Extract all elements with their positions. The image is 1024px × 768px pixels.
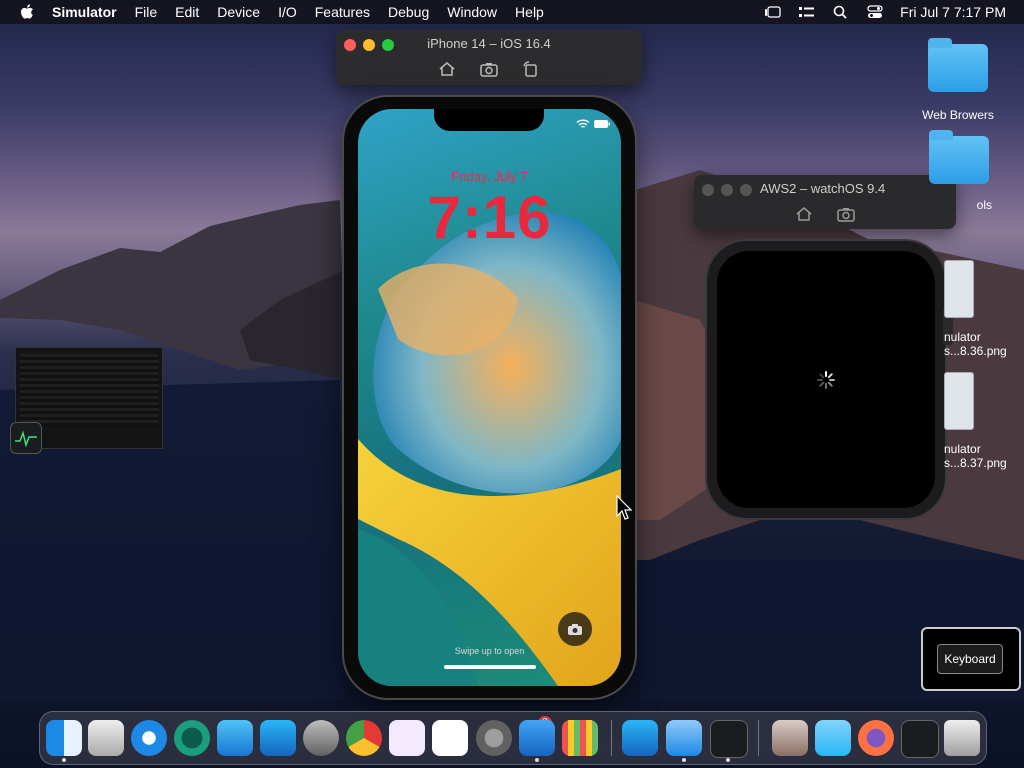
home-indicator[interactable] [444,665,536,669]
screenshot-icon[interactable] [479,60,499,78]
spotlight-search-icon[interactable] [832,5,850,19]
screenshot-icon[interactable] [836,205,856,223]
visual-studio-icon[interactable] [389,720,425,756]
iphone-device: Friday, July 7 7:16 Swipe up to open [344,97,635,698]
dock-separator [758,720,759,756]
folder-icon [929,130,989,184]
running-indicator [726,758,730,762]
watch-window-controls [702,184,752,196]
chrome-icon[interactable] [346,720,382,756]
dock-separator [611,720,612,756]
home-icon[interactable] [794,205,814,223]
running-indicator [682,758,686,762]
menu-features[interactable]: Features [315,4,370,20]
system-settings-icon[interactable] [476,720,512,756]
lock-date: Friday, July 7 [451,169,528,184]
app-store-icon-2[interactable] [622,720,658,756]
desktop-item-label: ols [976,198,992,212]
menu-help[interactable]: Help [515,4,544,20]
script-editor-icon[interactable] [88,720,124,756]
menu-debug[interactable]: Debug [388,4,429,20]
keyboard-hint-popup: Keyboard [921,627,1021,691]
time-machine-icon[interactable] [174,720,210,756]
desktop-folder-tools[interactable]: ols [926,130,992,212]
running-indicator [535,758,539,762]
activity-monitor-icon[interactable] [710,720,748,758]
archive-utility-icon[interactable] [772,720,808,756]
rotate-icon[interactable] [521,60,541,78]
xcode-icon[interactable] [666,720,702,756]
wifi-icon [576,119,590,128]
apple-icon[interactable] [20,4,34,20]
iphone-window-title: iPhone 14 – iOS 16.4 [427,36,551,51]
desktop-file-screenshot-2[interactable]: nulator s...8.37.png [944,372,1020,470]
watch-screen[interactable] [717,251,935,508]
menu-window[interactable]: Window [447,4,497,20]
menu-app-name[interactable]: Simulator [52,4,117,20]
transporter-icon[interactable] [217,720,253,756]
menu-file[interactable]: File [135,4,158,20]
watch-simulator-titlebar[interactable]: AWS2 – watchOS 9.4 [694,175,956,229]
stage-manager-icon[interactable] [764,5,782,19]
safari-icon[interactable] [131,720,167,756]
finder-icon[interactable] [46,720,82,756]
app-store-icon[interactable] [260,720,296,756]
desktop-folder-web-browsers[interactable]: Web Browers [918,38,998,122]
menu-bar: Simulator File Edit Device I/O Features … [0,0,1024,24]
downloads-folder-icon[interactable] [815,720,851,756]
xcode-simulator-icon[interactable] [519,720,555,756]
trash-icon[interactable] [944,720,980,756]
focus-list-icon[interactable] [798,5,816,19]
menu-io[interactable]: I/O [278,4,297,20]
screenshot-thumbnail-icon [944,372,974,430]
iphone-lock-screen[interactable]: Friday, July 7 7:16 Swipe up to open [358,109,621,686]
process-list [20,354,158,426]
camera-shortcut-button[interactable] [558,612,592,646]
launchpad-icon[interactable] [562,720,598,756]
keyboard-button[interactable]: Keyboard [937,644,1003,674]
menu-device[interactable]: Device [217,4,260,20]
menubar-status-area: Fri Jul 7 7:17 PM [764,0,1006,24]
control-center-icon[interactable] [866,5,884,19]
menu-edit[interactable]: Edit [175,4,199,20]
vscode-icon[interactable] [432,720,468,756]
home-icon[interactable] [437,60,457,78]
zoom-button[interactable] [740,184,752,196]
folder-icon [928,38,988,92]
firefox-icon[interactable] [858,720,894,756]
minimize-button[interactable] [721,184,733,196]
iphone-simulator-titlebar[interactable]: iPhone 14 – iOS 16.4 [336,30,642,85]
desktop-item-label: nulator s...8.36.png [944,330,1007,358]
menubar-clock[interactable]: Fri Jul 7 7:17 PM [900,4,1006,20]
running-indicator [62,758,66,762]
watch-window-title: AWS2 – watchOS 9.4 [760,181,886,196]
desktop-item-label: nulator s...8.37.png [944,442,1007,470]
activity-monitor-icon-2[interactable] [901,720,939,758]
loading-spinner-icon [817,371,835,389]
apple-watch-device [707,241,945,518]
camera-icon [568,623,582,635]
battery-icon [594,120,610,128]
mouse-cursor-icon [616,495,632,520]
swipe-up-hint: Swipe up to open [454,646,525,656]
dock: 2 [39,711,987,765]
desktop-item-label: Web Browers [922,108,994,122]
lock-time: 7:16 [427,184,552,251]
dynamic-notch [434,109,544,131]
screenshot-thumbnail-icon [944,260,974,318]
automator-icon[interactable] [303,720,339,756]
desktop-file-screenshot-1[interactable]: nulator s...8.36.png [944,260,1020,358]
activity-monitor-icon[interactable] [10,422,42,454]
close-button[interactable] [702,184,714,196]
